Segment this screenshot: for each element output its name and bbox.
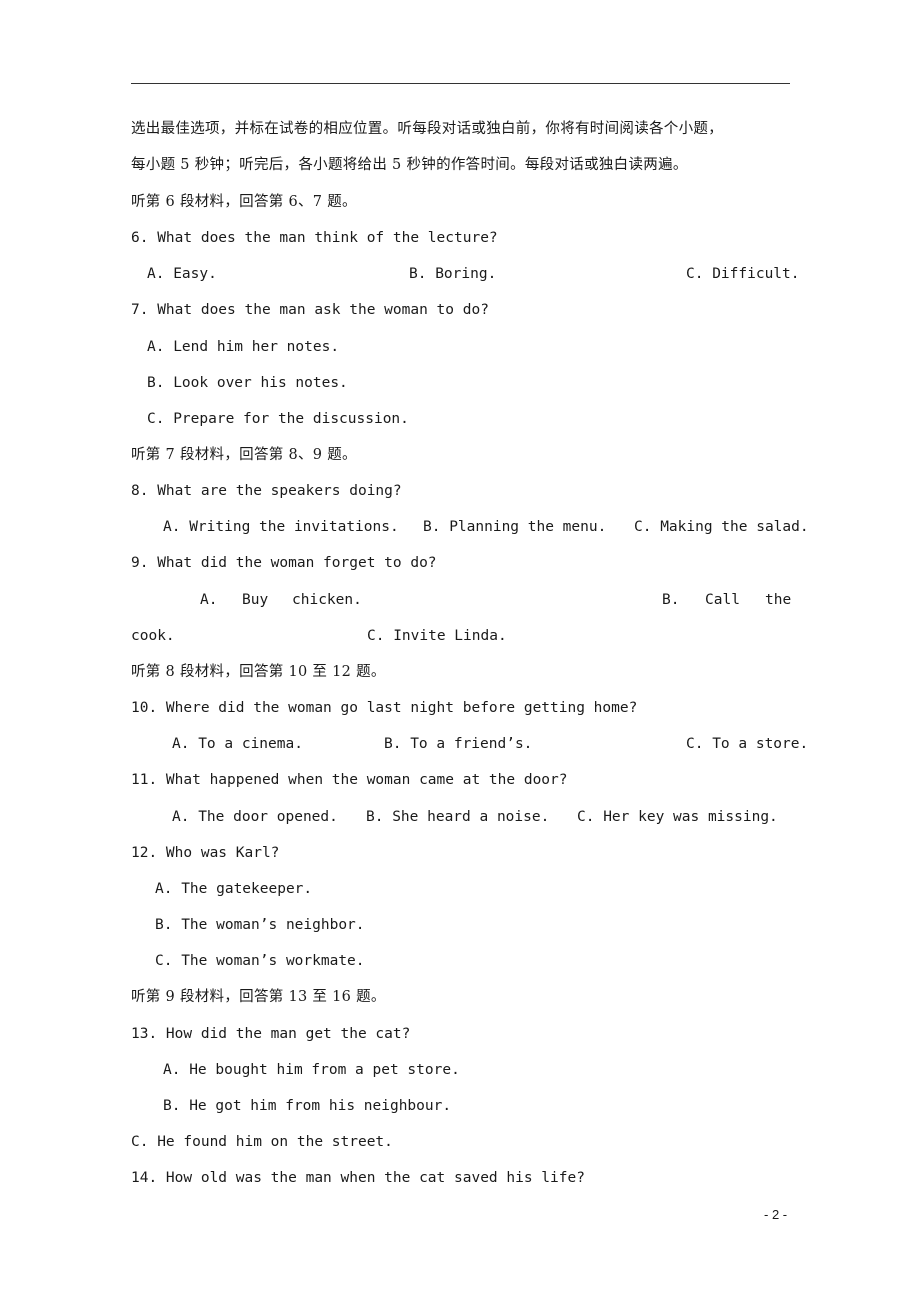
header-rule (131, 83, 790, 84)
question-stem: 13. How did the man get the cat? (131, 1026, 411, 1042)
option-c: C. Prepare for the discussion. (147, 411, 409, 427)
question-stem: 14. How old was the man when the cat sav… (131, 1170, 585, 1186)
option-b-word: the (765, 592, 792, 608)
option-b: B. Look over his notes. (147, 375, 348, 391)
option-b: B. The woman’s neighbor. (155, 917, 365, 933)
option-b: B. Planning the menu. (423, 519, 607, 535)
option-b-label: B. (662, 592, 680, 608)
question-stem: 12. Who was Karl? (131, 845, 280, 861)
question-stem: 6. What does the man think of the lectur… (131, 230, 498, 246)
option-b: B. Boring. (409, 266, 497, 282)
option-a: A. To a cinema. (172, 736, 303, 752)
option-a: A. Easy. (147, 266, 217, 282)
option-a: A. Writing the invitations. (163, 519, 399, 535)
option-c: C. He found him on the street. (131, 1134, 393, 1150)
option-c: C. Difficult. (686, 266, 800, 282)
option-b: B. He got him from his neighbour. (163, 1098, 452, 1114)
option-a-label: A. (200, 592, 218, 608)
option-b: B. She heard a noise. (366, 809, 550, 825)
option-b: B. To a friend’s. (384, 736, 533, 752)
question-stem: 8. What are the speakers doing? (131, 483, 402, 499)
option-b-word: cook. (131, 628, 175, 644)
option-a: A. Lend him her notes. (147, 339, 340, 355)
option-c: C. Making the salad. (634, 519, 809, 535)
option-a: A. The gatekeeper. (155, 881, 313, 897)
question-stem: 9. What did the woman forget to do? (131, 555, 437, 571)
question-stem: 7. What does the man ask the woman to do… (131, 302, 489, 318)
instructions-line-2: 每小题 5 秒钟；听完后，各小题将给出 5 秒钟的作答时间。每段对话或独白读两遍… (131, 157, 688, 173)
option-c: C. Invite Linda. (367, 628, 507, 644)
option-a: A. He bought him from a pet store. (163, 1062, 460, 1078)
question-stem: 11. What happened when the woman came at… (131, 772, 568, 788)
option-a-word: chicken. (292, 592, 362, 608)
option-c: C. Her key was missing. (577, 809, 778, 825)
question-stem: 10. Where did the woman go last night be… (131, 700, 638, 716)
option-a-word: Buy (242, 592, 269, 608)
option-c: C. The woman’s workmate. (155, 953, 365, 969)
option-a: A. The door opened. (172, 809, 338, 825)
option-c: C. To a store. (686, 736, 809, 752)
section-heading: 听第 9 段材料，回答第 13 至 16 题。 (131, 989, 386, 1005)
option-b-word: Call (705, 592, 740, 608)
section-heading: 听第 6 段材料，回答第 6、7 题。 (131, 194, 357, 210)
section-heading: 听第 8 段材料，回答第 10 至 12 题。 (131, 664, 386, 680)
instructions-line-1: 选出最佳选项，并标在试卷的相应位置。听每段对话或独白前，你将有时间阅读各个小题， (131, 121, 723, 137)
page-number: - 2 - (764, 1207, 788, 1222)
section-heading: 听第 7 段材料，回答第 8、9 题。 (131, 447, 357, 463)
